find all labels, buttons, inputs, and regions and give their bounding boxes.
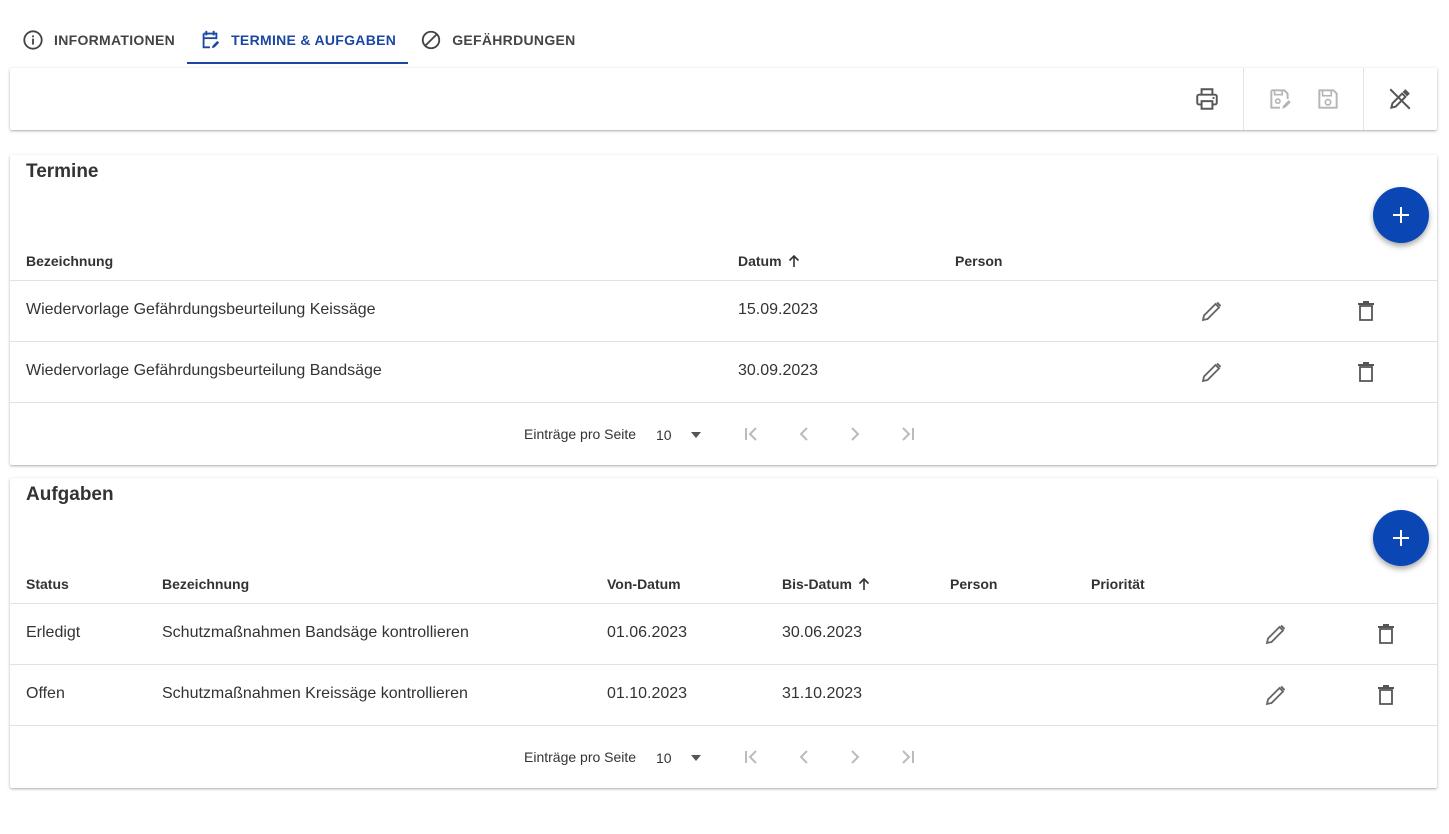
save-edit-icon — [1270, 89, 1291, 109]
page-size-select[interactable]: 10 — [656, 427, 672, 443]
last-page-icon — [902, 750, 914, 764]
next-page-button[interactable] — [843, 745, 867, 769]
previous-page-button[interactable] — [792, 745, 816, 769]
chevron-left-icon — [799, 427, 808, 441]
chevron-right-icon — [851, 427, 860, 441]
delete-button[interactable] — [1374, 622, 1398, 646]
table-cell-bis-datum: 31.10.2023 — [782, 685, 863, 702]
chevron-right-icon — [851, 750, 860, 764]
pencil-icon — [1201, 362, 1222, 383]
termine-card: Termine Bezeichnung Datum Person Wiederv… — [10, 155, 1437, 465]
calendar-edit-icon — [202, 30, 220, 49]
table-cell-status: Offen — [26, 685, 65, 702]
column-header-person[interactable]: Person — [955, 253, 1002, 269]
table-cell-bezeichnung: Schutzmaßnahmen Bandsäge kontrollieren — [162, 624, 469, 641]
paginator: Einträge pro Seite 10 — [10, 403, 1437, 465]
tab-label: GEFÄHRDUNGEN — [452, 32, 576, 48]
table-cell-bezeichnung: Schutzmaßnahmen Kreissäge kontrollieren — [162, 685, 468, 702]
tab-informationen[interactable]: INFORMATIONEN — [10, 18, 187, 62]
column-header-person[interactable]: Person — [950, 576, 997, 592]
edit-off-button[interactable] — [1387, 86, 1413, 112]
table-cell-status: Erledigt — [26, 624, 81, 641]
trash-icon — [1378, 685, 1394, 705]
delete-button[interactable] — [1354, 299, 1378, 323]
add-termin-button[interactable] — [1373, 187, 1429, 243]
trash-icon — [1358, 362, 1374, 382]
print-icon — [1196, 88, 1218, 110]
trash-icon — [1358, 301, 1374, 321]
column-header-bis-datum[interactable]: Bis-Datum — [782, 576, 872, 592]
first-page-icon — [745, 427, 757, 441]
column-header-bezeichnung[interactable]: Bezeichnung — [26, 253, 113, 269]
edit-button[interactable] — [1264, 622, 1288, 646]
pencil-icon — [1265, 685, 1286, 706]
table-cell-bezeichnung: Wiedervorlage Gefährdungsbeurteilung Ban… — [26, 362, 382, 379]
column-header-status[interactable]: Status — [26, 576, 69, 592]
tab-bar: INFORMATIONEN TERMINE & AUFGABEN GEFÄHRD… — [10, 18, 588, 64]
aufgaben-card: Aufgaben Status Bezeichnung Von-Datum Bi… — [10, 478, 1437, 788]
tab-termine-aufgaben[interactable]: TERMINE & AUFGABEN — [187, 18, 409, 64]
table-cell-von-datum: 01.10.2023 — [607, 685, 688, 702]
page-size-label: Einträge pro Seite — [524, 426, 637, 442]
sort-ascending-icon — [858, 577, 870, 590]
tab-gefaehrdungen[interactable]: GEFÄHRDUNGEN — [408, 18, 587, 62]
column-header-von-datum[interactable]: Von-Datum — [607, 576, 681, 592]
last-page-icon — [902, 427, 914, 441]
block-icon — [422, 30, 441, 50]
column-header-datum[interactable]: Datum — [738, 253, 802, 269]
edit-button[interactable] — [1200, 299, 1224, 323]
chevron-down-icon[interactable] — [690, 753, 702, 763]
next-page-button[interactable] — [843, 422, 867, 446]
trash-icon — [1378, 624, 1394, 644]
plus-icon — [1393, 530, 1409, 546]
delete-button[interactable] — [1354, 360, 1378, 384]
sort-ascending-icon — [788, 254, 799, 267]
table-cell-datum: 30.09.2023 — [738, 362, 819, 379]
save-icon — [1318, 89, 1338, 109]
column-header-prioritaet[interactable]: Priorität — [1091, 576, 1145, 592]
tab-label: INFORMATIONEN — [54, 32, 176, 48]
edit-button[interactable] — [1264, 683, 1288, 707]
info-icon — [23, 30, 43, 50]
edit-off-icon — [1389, 88, 1411, 110]
table-cell-von-datum: 01.06.2023 — [607, 624, 688, 641]
save-button[interactable] — [1315, 86, 1341, 112]
column-header-bezeichnung[interactable]: Bezeichnung — [162, 576, 249, 592]
last-page-button[interactable] — [895, 422, 919, 446]
pencil-icon — [1265, 624, 1286, 645]
paginator: Einträge pro Seite 10 — [10, 726, 1437, 788]
add-aufgabe-button[interactable] — [1373, 510, 1429, 566]
page-size-label: Einträge pro Seite — [524, 749, 637, 765]
print-button[interactable] — [1194, 86, 1220, 112]
plus-icon — [1393, 207, 1409, 223]
chevron-down-icon[interactable] — [690, 430, 702, 440]
last-page-button[interactable] — [895, 745, 919, 769]
previous-page-button[interactable] — [792, 422, 816, 446]
section-title: Aufgaben — [26, 484, 114, 505]
first-page-button[interactable] — [740, 422, 764, 446]
toolbar — [10, 68, 1437, 130]
chevron-left-icon — [799, 750, 808, 764]
save-edit-button[interactable] — [1267, 86, 1293, 112]
table-cell-bis-datum: 30.06.2023 — [782, 624, 863, 641]
first-page-icon — [745, 750, 757, 764]
first-page-button[interactable] — [740, 745, 764, 769]
pencil-icon — [1201, 301, 1222, 322]
page-size-select[interactable]: 10 — [656, 750, 672, 766]
table-cell-datum: 15.09.2023 — [738, 301, 819, 318]
delete-button[interactable] — [1374, 683, 1398, 707]
section-title: Termine — [26, 161, 99, 182]
edit-button[interactable] — [1200, 360, 1224, 384]
tab-label: TERMINE & AUFGABEN — [231, 32, 397, 48]
table-cell-bezeichnung: Wiedervorlage Gefährdungsbeurteilung Kei… — [26, 301, 376, 318]
